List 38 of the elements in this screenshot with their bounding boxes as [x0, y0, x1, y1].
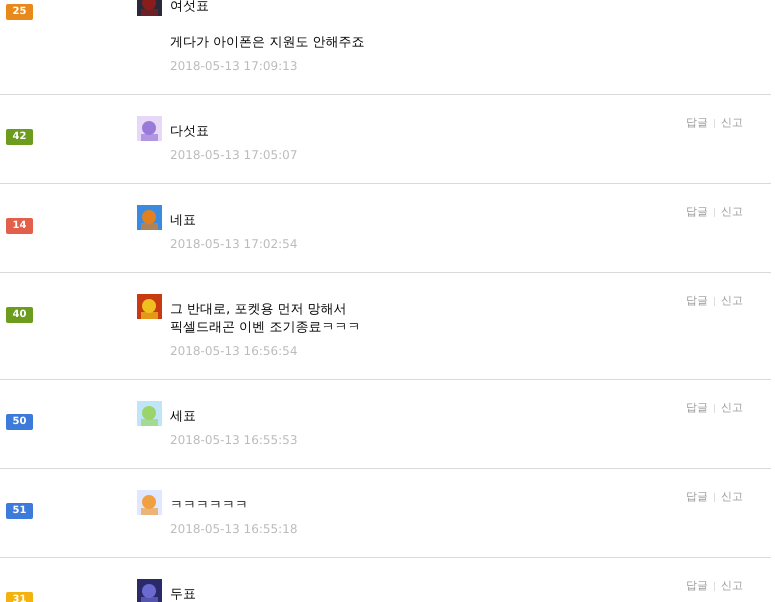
level-badge: 40 — [6, 307, 33, 323]
comment-date: 2018-05-13 16:56:54 — [170, 343, 298, 360]
report-link[interactable]: 신고 — [721, 205, 743, 219]
comment-text: 다섯표 — [170, 123, 210, 141]
avatar — [137, 205, 162, 230]
comment-text: 여섯표 게다가 아이폰은 지원도 안해주죠 — [170, 0, 366, 52]
avatar — [137, 490, 162, 515]
report-link[interactable]: 신고 — [721, 401, 743, 415]
avatar — [137, 294, 162, 319]
reply-link[interactable]: 답글 — [686, 205, 708, 219]
comment-text: 세표 — [170, 408, 197, 426]
comment-text: 두표 — [170, 586, 197, 602]
comment-date: 2018-05-13 17:09:13 — [170, 58, 298, 75]
report-link[interactable]: 신고 — [721, 579, 743, 593]
reply-link[interactable]: 답글 — [686, 401, 708, 415]
reply-link[interactable]: 답글 — [686, 579, 708, 593]
comment-date: 2018-05-13 16:55:18 — [170, 521, 298, 538]
reply-link[interactable]: 답글 — [686, 294, 708, 308]
reply-link[interactable]: 답글 — [686, 116, 708, 130]
level-badge: 51 — [6, 503, 33, 519]
avatar — [137, 116, 162, 141]
avatar — [137, 401, 162, 426]
comment-date: 2018-05-13 17:05:07 — [170, 147, 298, 164]
avatar — [137, 579, 162, 602]
comment-date: 2018-05-13 17:02:54 — [170, 236, 298, 253]
level-badge: 14 — [6, 218, 33, 234]
comment-text: 그 반대로, 포켓용 먼저 망해서 픽셀드래곤 이벤 조기종료ㅋㅋㅋ — [170, 301, 362, 337]
comment-text: 네표 — [170, 212, 197, 230]
level-badge: 50 — [6, 414, 33, 430]
level-badge: 31 — [6, 592, 33, 602]
report-link[interactable]: 신고 — [721, 490, 743, 504]
reply-link[interactable]: 답글 — [686, 490, 708, 504]
level-badge: 42 — [6, 129, 33, 145]
comment-date: 2018-05-13 16:55:53 — [170, 432, 298, 449]
report-link[interactable]: 신고 — [721, 294, 743, 308]
comment-text: ㅋㅋㅋㅋㅋㅋ — [170, 497, 249, 515]
report-link[interactable]: 신고 — [721, 116, 743, 130]
level-badge: 25 — [6, 4, 33, 20]
